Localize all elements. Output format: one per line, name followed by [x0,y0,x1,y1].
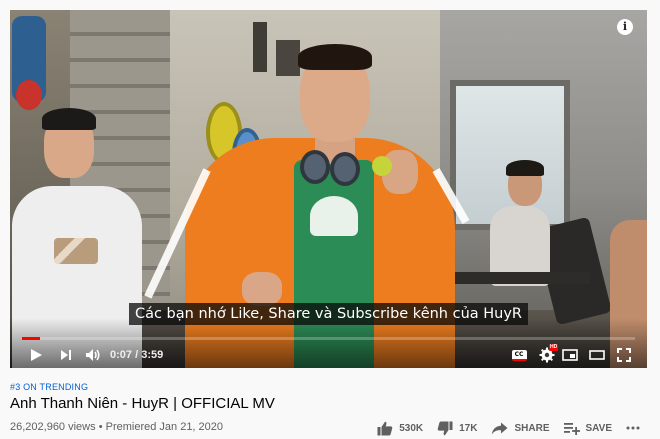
video-frame-bench-bar [440,272,590,284]
video-frame-shirt-logo [54,238,98,264]
theater-mode-icon [589,350,605,360]
thumbs-down-icon [437,421,453,435]
video-frame-main-person-hand [242,272,282,306]
video-title: Anh Thanh Niên - HuyR | OFFICIAL MV [10,395,275,412]
theater-mode-button[interactable] [588,344,606,366]
view-count: 26,202,960 views [10,421,96,433]
miniplayer-button[interactable] [561,344,579,366]
video-frame-shirt-logo [310,196,358,236]
fullscreen-button[interactable] [615,344,633,366]
info-icon[interactable]: i [617,19,633,35]
volume-icon [86,349,100,361]
like-button[interactable]: 530K [377,421,423,436]
stats-separator: • [98,421,103,433]
video-frame-boxing-glove [16,80,42,110]
miniplayer-icon [562,349,578,361]
progress-bar-fill [22,337,41,340]
premiere-date: Premiered Jan 21, 2020 [105,421,224,433]
cc-label: CC [514,350,524,358]
video-frame-headphones [300,150,330,184]
subtitles-button[interactable]: CC [510,344,528,366]
cc-icon: CC [511,349,527,361]
dislike-count: 17K [459,422,478,434]
video-frame-person-left-hair [42,108,96,130]
dislike-button[interactable]: 17K [437,421,477,436]
share-icon [492,422,508,434]
time-display: 0:07 / 3:59 [110,349,163,361]
video-frame-headphones [330,152,360,186]
playlist-add-icon [563,422,580,435]
play-button[interactable] [26,344,46,366]
video-frame-main-person-hair [298,44,372,70]
more-actions-button[interactable] [626,426,646,430]
save-label: SAVE [585,422,613,434]
more-horizontal-icon [626,426,640,430]
time-current: 0:07 [110,349,133,361]
volume-button[interactable] [83,344,103,366]
video-frame-poster [276,40,300,76]
share-button[interactable]: SHARE [491,422,550,435]
player-controls: 0:07 / 3:59 CC HD [10,344,647,366]
trending-badge[interactable]: #3 ON TRENDING [10,382,88,392]
play-icon [31,349,42,361]
video-player[interactable]: i Các bạn nhớ Like, Share và Subscribe k… [10,10,647,368]
video-stats: 26,202,960 views • Premiered Jan 21, 202… [10,421,223,433]
share-label: SHARE [514,422,550,434]
progress-bar[interactable] [22,337,635,340]
time-separator: / [135,349,139,361]
video-actions: 530K 17K SHARE SAVE [363,419,646,437]
save-button[interactable]: SAVE [563,422,613,435]
video-frame-ball [372,156,392,176]
next-button[interactable] [56,344,76,366]
fullscreen-icon [617,348,631,362]
video-frame-person-right-hair [506,160,544,176]
like-count: 530K [399,422,424,434]
thumbs-up-icon [377,421,393,435]
skip-next-icon [61,350,71,360]
video-frame-poster [253,22,267,72]
hd-badge: HD [549,344,559,351]
time-total: 3:59 [141,349,164,361]
settings-button[interactable]: HD [536,344,559,366]
